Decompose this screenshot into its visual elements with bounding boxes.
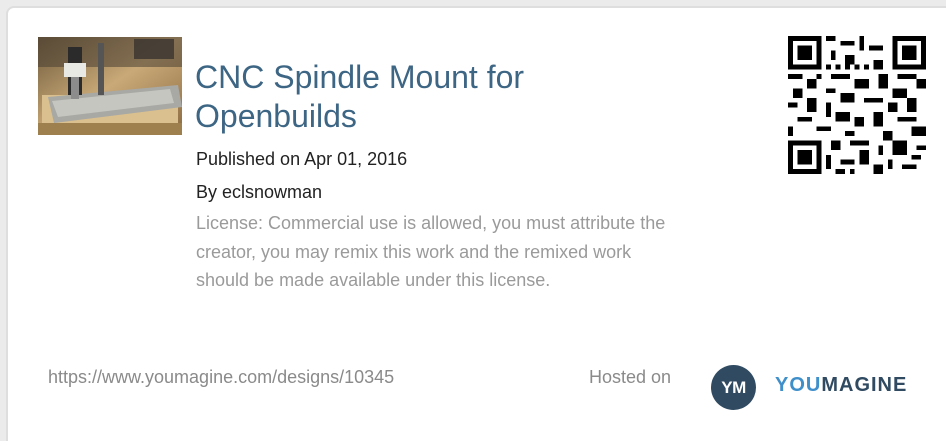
design-url[interactable]: https://www.youmagine.com/designs/10345 (48, 367, 394, 388)
logo-you: YOU (775, 374, 822, 396)
design-title[interactable]: CNC Spindle Mount for Openbuilds (195, 58, 615, 136)
design-card: CNC Spindle Mount for Openbuilds Publish… (6, 6, 946, 441)
cnc-machine-photo (38, 37, 182, 135)
published-date: Published on Apr 01, 2016 (196, 149, 408, 169)
qr-code-icon (788, 36, 926, 174)
youmagine-logo-wordmark[interactable]: YOUMAGINE (775, 374, 907, 397)
hosted-on-label: Hosted on (589, 367, 672, 387)
youmagine-logo-badge[interactable]: YM (711, 365, 756, 410)
license-text: License: Commercial use is allowed, you … (196, 213, 666, 290)
design-thumbnail[interactable] (38, 37, 182, 135)
author-name: By eclsnowman (196, 182, 323, 202)
logo-magine: MAGINE (821, 374, 908, 396)
